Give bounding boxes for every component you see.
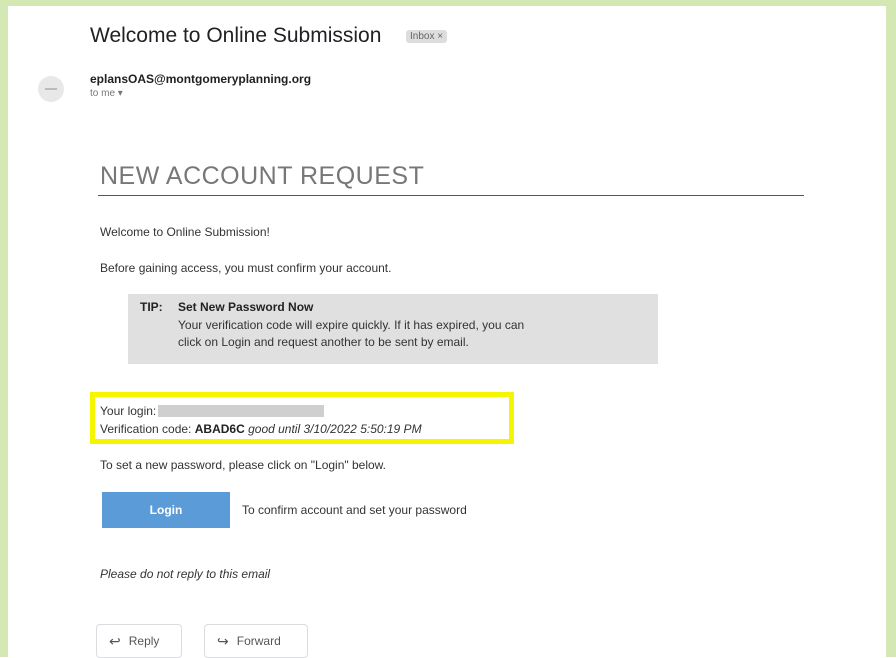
tip-box: TIP: Set New Password Now Your verificat… — [128, 294, 658, 364]
email-subject: Welcome to Online Submission — [90, 24, 382, 47]
forward-label: Forward — [236, 634, 281, 648]
verification-label: Verification code: — [100, 422, 192, 436]
reply-button[interactable]: ↩ Reply — [96, 624, 182, 658]
inbox-label-badge[interactable]: Inbox × — [406, 30, 448, 43]
verification-row: Verification code: ABAD6C good until 3/1… — [100, 422, 422, 436]
tip-label: TIP: — [140, 300, 163, 314]
welcome-text: Welcome to Online Submission! — [100, 225, 270, 239]
verification-expiry: good until 3/10/2022 5:50:19 PM — [248, 422, 422, 436]
confirm-notice: Before gaining access, you must confirm … — [100, 261, 392, 275]
tip-line-2: click on Login and request another to be… — [178, 335, 469, 349]
sender-address: eplansOAS@montgomeryplanning.org — [90, 72, 312, 86]
verification-code: ABAD6C — [194, 422, 245, 436]
reply-label: Reply — [128, 634, 160, 648]
tip-title: Set New Password Now — [178, 300, 314, 314]
no-reply-note: Please do not reply to this email — [100, 567, 271, 581]
tip-line-1: Your verification code will expire quick… — [178, 318, 525, 332]
login-button-description: To confirm account and set your password — [242, 503, 467, 517]
sender-avatar — [38, 76, 64, 102]
forward-button[interactable]: ↪ Forward — [204, 624, 308, 658]
credentials-highlight-box — [90, 392, 514, 444]
recipient-details-toggle[interactable]: to me ▾ — [90, 88, 123, 99]
email-heading: NEW ACCOUNT REQUEST — [100, 162, 425, 190]
email-frame: Welcome to Online Submission Inbox × epl… — [0, 0, 896, 658]
forward-icon: ↪ — [217, 632, 229, 649]
set-password-instruction: To set a new password, please click on "… — [100, 458, 387, 472]
login-row: Your login: — [100, 404, 325, 418]
reply-icon: ↩ — [109, 632, 121, 649]
heading-divider — [98, 195, 804, 196]
redacted-login — [158, 405, 325, 417]
login-button[interactable]: Login — [102, 492, 230, 528]
login-label: Your login: — [100, 404, 157, 418]
